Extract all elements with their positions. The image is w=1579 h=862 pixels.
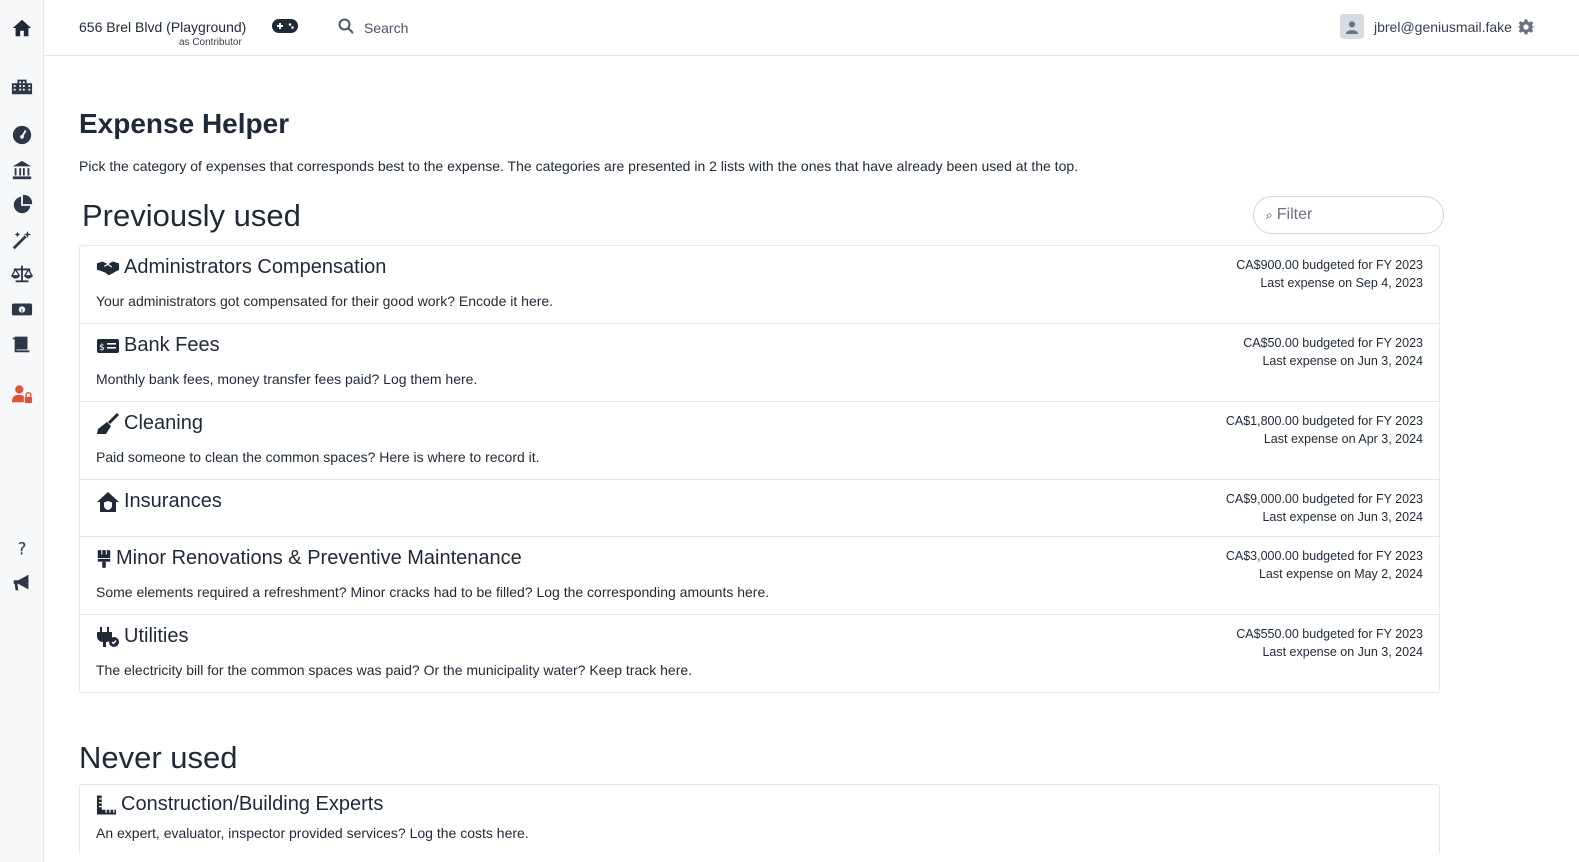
dashboard-icon[interactable]	[10, 123, 34, 147]
ruler-icon	[96, 794, 117, 815]
filter-input[interactable]	[1276, 206, 1427, 224]
svg-text:?: ?	[18, 539, 27, 558]
category-meta: CA$900.00 budgeted for FY 2023 Last expe…	[1236, 256, 1423, 292]
category-description: Monthly bank fees, money transfer fees p…	[96, 371, 478, 387]
last-expense-text: Last expense on May 2, 2024	[1258, 567, 1423, 581]
list-item[interactable]: Minor Renovations & Preventive Maintenan…	[80, 537, 1439, 615]
announcement-icon[interactable]	[10, 571, 34, 595]
paint-brush-icon	[97, 549, 111, 568]
pie-chart-icon[interactable]	[10, 193, 34, 217]
search-icon	[338, 18, 354, 39]
money-icon[interactable]: $	[10, 297, 34, 321]
user-email[interactable]: jbrel@geniusmail.fake	[1374, 19, 1512, 35]
previously-used-list: Administrators Compensation Your adminis…	[79, 245, 1440, 693]
list-item[interactable]: $ Bank Fees Monthly bank fees, money tra…	[80, 324, 1439, 402]
avatar[interactable]	[1340, 14, 1364, 39]
sidebar: $ ?	[0, 0, 44, 862]
budget-text: CA$3,000.00 budgeted for FY 2023	[1225, 549, 1423, 563]
handshake-icon	[96, 261, 120, 275]
category-meta: CA$50.00 budgeted for FY 2023 Last expen…	[1243, 334, 1423, 370]
last-expense-text: Last expense on Jun 3, 2024	[1262, 645, 1423, 659]
category-meta: CA$1,800.00 budgeted for FY 2023 Last ex…	[1226, 412, 1423, 448]
list-item[interactable]: Insurances CA$9,000.00 budgeted for FY 2…	[80, 480, 1439, 537]
category-title[interactable]: Insurances	[96, 490, 222, 513]
search-input[interactable]	[364, 20, 564, 36]
category-title[interactable]: Construction/Building Experts	[96, 793, 383, 816]
category-description: An expert, evaluator, inspector provided…	[96, 825, 529, 841]
buildings-icon[interactable]	[10, 74, 34, 98]
svg-text:$: $	[21, 308, 24, 314]
last-expense-text: Last expense on Sep 4, 2023	[1260, 276, 1423, 290]
user-icon	[1345, 20, 1359, 34]
category-meta: CA$550.00 budgeted for FY 2023 Last expe…	[1236, 625, 1423, 661]
money-check-icon: $	[97, 338, 119, 353]
page-description: Pick the category of expenses that corre…	[79, 158, 1079, 174]
never-used-list: Construction/Building Experts An expert,…	[79, 784, 1440, 855]
broom-icon	[97, 412, 120, 434]
svg-text:$: $	[99, 343, 105, 353]
last-expense-text: Last expense on Apr 3, 2024	[1263, 432, 1423, 446]
category-title[interactable]: $ Bank Fees	[96, 334, 220, 357]
category-title[interactable]: Cleaning	[96, 412, 203, 435]
plug-icon	[97, 626, 119, 647]
list-item[interactable]: Construction/Building Experts An expert,…	[80, 785, 1439, 855]
gear-icon[interactable]	[1517, 18, 1535, 36]
budget-text: CA$1,800.00 budgeted for FY 2023	[1225, 414, 1423, 428]
help-icon[interactable]: ?	[10, 536, 34, 560]
magic-wand-icon[interactable]	[10, 228, 34, 252]
bank-icon[interactable]	[10, 158, 34, 182]
section-title-previously-used: Previously used	[82, 198, 301, 233]
budget-text: CA$50.00 budgeted for FY 2023	[1243, 336, 1423, 350]
building-name[interactable]: 656 Brel Blvd (Playground)	[79, 19, 246, 35]
budget-text: CA$550.00 budgeted for FY 2023	[1236, 627, 1423, 641]
section-title-never-used: Never used	[79, 740, 238, 775]
last-expense-text: Last expense on Jun 3, 2024	[1262, 510, 1423, 524]
search-icon: ⌕	[1266, 207, 1273, 222]
category-description: Your administrators got compensated for …	[96, 293, 554, 309]
ledger-icon[interactable]	[10, 332, 34, 356]
category-title[interactable]: Minor Renovations & Preventive Maintenan…	[96, 547, 522, 570]
category-title[interactable]: Administrators Compensation	[96, 256, 386, 279]
home-icon[interactable]	[10, 16, 34, 40]
house-shield-icon	[97, 491, 119, 512]
category-description: Some elements required a refreshment? Mi…	[96, 584, 770, 600]
budget-text: CA$9,000.00 budgeted for FY 2023	[1225, 492, 1423, 506]
filter-field[interactable]: ⌕	[1253, 196, 1444, 234]
top-bar: 656 Brel Blvd (Playground) as Contributo…	[44, 0, 1579, 56]
category-meta: CA$9,000.00 budgeted for FY 2023 Last ex…	[1226, 490, 1423, 526]
list-item[interactable]: Cleaning Paid someone to clean the commo…	[80, 402, 1439, 480]
building-role: as Contributor	[179, 37, 242, 48]
list-item[interactable]: Administrators Compensation Your adminis…	[80, 246, 1439, 324]
category-meta: CA$3,000.00 budgeted for FY 2023 Last ex…	[1226, 547, 1423, 583]
budget-text: CA$900.00 budgeted for FY 2023	[1236, 258, 1423, 272]
balance-scale-icon[interactable]	[10, 262, 34, 286]
list-item[interactable]: Utilities The electricity bill for the c…	[80, 615, 1439, 692]
page-title: Expense Helper	[79, 108, 290, 139]
category-description: Paid someone to clean the common spaces?…	[96, 449, 540, 465]
gamepad-icon[interactable]	[271, 16, 299, 36]
category-description: The electricity bill for the common spac…	[96, 662, 693, 678]
search-bar[interactable]	[338, 17, 564, 39]
category-title[interactable]: Utilities	[96, 625, 188, 648]
last-expense-text: Last expense on Jun 3, 2024	[1262, 354, 1423, 368]
user-lock-icon[interactable]	[10, 382, 34, 406]
